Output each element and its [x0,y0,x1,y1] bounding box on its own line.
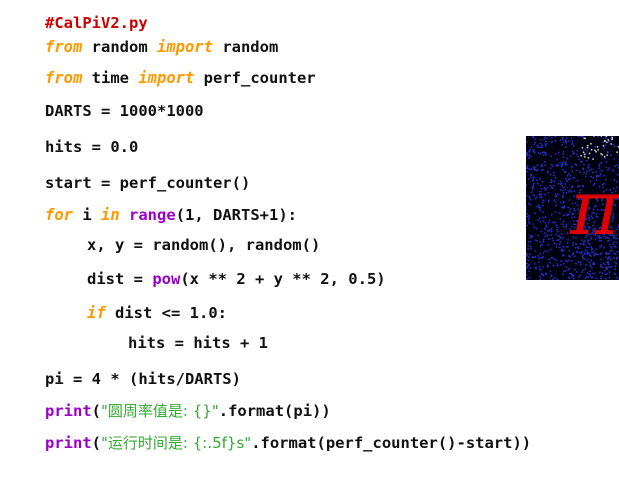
code-token: time [82,69,139,87]
code-token: .format(perf_counter()-start)) [251,434,532,452]
pi-dots-graphic: π [526,136,619,280]
monte-carlo-pi-image: π [526,136,619,280]
code-token: ( [91,402,102,420]
code-token: #CalPiV2.py [45,14,148,32]
code-token: DARTS = 1000*1000 [45,102,204,120]
code-token: in [101,206,120,224]
code-token: i [73,206,101,224]
code-token: pow [152,270,181,288]
code-line: DARTS = 1000*1000 [45,100,204,122]
code-line: if dist <= 1.0: [87,302,227,324]
code-token: (x ** 2 + y ** 2, 0.5) [180,270,386,288]
code-line: #CalPiV2.py [45,12,148,34]
code-token: pi = 4 * (hits/DARTS) [45,370,241,388]
code-token: for [45,206,73,224]
code-line: from random import random [45,36,278,58]
code-token: from [45,69,83,87]
code-token: from [45,38,83,56]
pi-symbol: π [569,163,619,252]
code-line: for i in range(1, DARTS+1): [45,204,297,226]
code-line: print("运行时间是: {:.5f}s".format(perf_count… [45,432,531,454]
code-token: range [129,206,176,224]
code-token: .format(pi)) [218,402,331,420]
code-line: print("圆周率值是: {}".format(pi)) [45,400,331,422]
code-line: pi = 4 * (hits/DARTS) [45,368,241,390]
code-token: import [156,38,213,56]
code-token: random [212,38,279,56]
code-line: start = perf_counter() [45,172,250,194]
code-token: ( [91,434,102,452]
code-token: random [82,38,157,56]
code-line: hits = 0.0 [45,136,138,158]
code-line: dist = pow(x ** 2 + y ** 2, 0.5) [87,268,386,290]
code-line: hits = hits + 1 [128,332,268,354]
code-token: hits = hits + 1 [128,334,268,352]
code-token: dist = [87,270,153,288]
code-line: from time import perf_counter [45,67,316,89]
code-token: x, y = random(), random() [87,236,321,254]
code-token: "运行时间是: {:.5f}s" [101,434,252,452]
code-token: import [138,69,195,87]
code-token: hits = 0.0 [45,138,139,156]
code-token: dist <= 1.0: [105,304,227,322]
code-token: start = perf_counter() [45,174,251,192]
code-token: (1, DARTS+1): [175,206,298,224]
code-token: print [45,434,92,452]
code-token: perf_counter [194,69,316,87]
code-token: "圆周率值是: {}" [101,402,219,420]
code-token: if [87,304,106,322]
code-line: x, y = random(), random() [87,234,320,256]
code-token: print [45,402,92,420]
